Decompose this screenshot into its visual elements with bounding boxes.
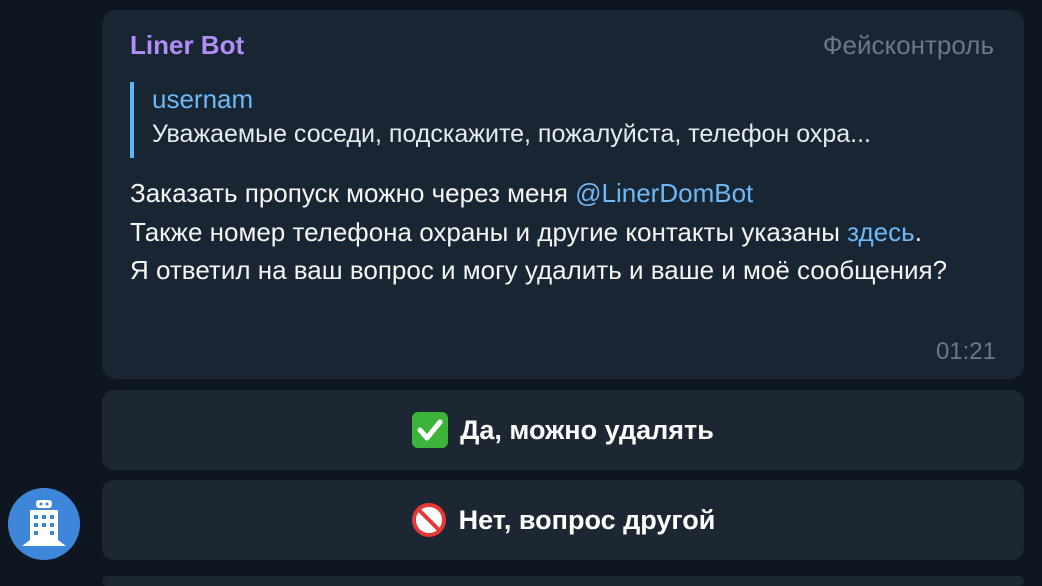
admin-title: Фейсконтроль	[822, 30, 994, 60]
message-line-3: Я ответил на ваш вопрос и могу удалить и…	[130, 255, 948, 285]
yes-delete-button[interactable]: Да, можно удалять	[102, 390, 1024, 470]
message-line-2: Также номер телефона охраны и другие кон…	[130, 216, 848, 247]
bot-avatar-icon[interactable]	[8, 488, 80, 560]
message-time: 01:21	[935, 338, 996, 365]
bot-mention-link[interactable]: @LinerDomBot	[575, 178, 753, 208]
prohibited-icon	[411, 502, 447, 538]
message-line-1: Заказать пропуск можно через меня	[130, 178, 576, 208]
message-text: Заказать пропуск можно через меня @Liner…	[130, 174, 980, 290]
check-mark-icon	[412, 412, 449, 448]
message-bubble: Liner Bot Фейсконтроль usernam Уважаемые…	[102, 10, 1024, 379]
next-keyboard-button-edge	[102, 576, 1024, 586]
contacts-link[interactable]: здесь	[847, 217, 915, 247]
sender-name[interactable]: Liner Bot	[130, 30, 244, 61]
reply-author: usernam	[152, 84, 254, 114]
message-line-2-suffix: .	[914, 216, 922, 247]
reply-text: Уважаемые соседи, подскажите, пожалуйста…	[152, 120, 871, 148]
reply-quote[interactable]: usernam Уважаемые соседи, подскажите, по…	[130, 82, 994, 158]
no-other-question-label: Нет, вопрос другой	[458, 504, 716, 535]
no-other-question-button[interactable]: Нет, вопрос другой	[102, 480, 1024, 560]
yes-delete-label: Да, можно удалять	[460, 414, 714, 445]
